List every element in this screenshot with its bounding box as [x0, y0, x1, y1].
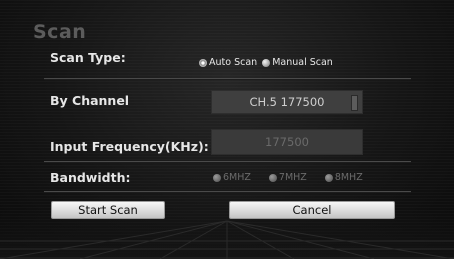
bandwidth-7mhz-radio[interactable]: [268, 173, 277, 182]
bandwidth-options: 6MHZ 7MHZ 8MHZ: [213, 172, 368, 183]
by-channel-label: By Channel: [50, 93, 130, 108]
bandwidth-8mhz-label[interactable]: 8MHZ: [335, 172, 363, 183]
bandwidth-8mhz-radio[interactable]: [324, 173, 333, 182]
frequency-input[interactable]: 177500: [211, 129, 363, 155]
scan-type-options: Auto Scan Manual Scan: [199, 57, 338, 68]
dialog-title: Scan: [33, 21, 87, 43]
channel-scroll-handle[interactable]: [351, 95, 358, 111]
cancel-button[interactable]: Cancel: [229, 201, 395, 219]
frequency-input-value: 177500: [265, 135, 309, 149]
start-scan-button[interactable]: Start Scan: [51, 201, 165, 219]
scan-type-label: Scan Type:: [50, 50, 126, 65]
bandwidth-7mhz-label[interactable]: 7MHZ: [279, 172, 307, 183]
bandwidth-6mhz-label[interactable]: 6MHZ: [223, 172, 251, 183]
bandwidth-label: Bandwidth:: [50, 170, 131, 185]
divider: [44, 191, 411, 192]
channel-select-value: CH.5 177500: [249, 95, 325, 109]
divider: [44, 78, 411, 79]
manual-scan-radio[interactable]: [262, 58, 271, 67]
manual-scan-label[interactable]: Manual Scan: [272, 57, 333, 68]
bandwidth-6mhz-radio[interactable]: [213, 173, 221, 182]
divider: [44, 161, 411, 162]
input-frequency-label: Input Frequency(KHz):: [50, 139, 209, 154]
auto-scan-label[interactable]: Auto Scan: [209, 57, 257, 68]
auto-scan-radio[interactable]: [199, 58, 207, 67]
channel-select[interactable]: CH.5 177500: [211, 90, 363, 114]
scan-dialog: Scan Scan Type: Auto Scan Manual Scan By…: [0, 0, 454, 259]
